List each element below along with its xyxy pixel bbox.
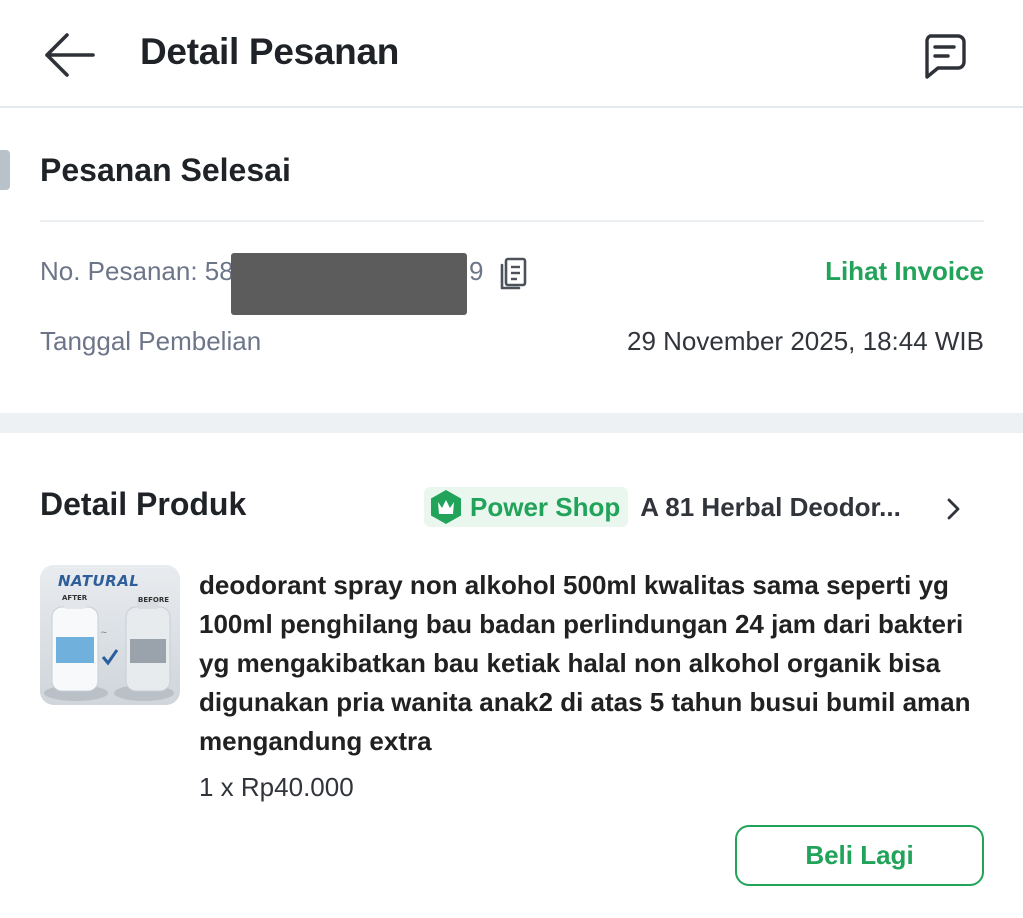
product-section-title: Detail Produk: [40, 486, 247, 522]
svg-text:~: ~: [100, 628, 108, 638]
product-thumbnail[interactable]: ~ NATURAL AFTER BEFORE: [40, 565, 180, 705]
top-app-bar: Detail Pesanan: [0, 0, 1023, 108]
thumb-before-label: BEFORE: [138, 596, 170, 604]
shop-chevron-button[interactable]: [940, 494, 968, 524]
thumb-after-label: AFTER: [62, 594, 88, 602]
chat-bubble-icon: [925, 34, 966, 79]
status-marker: [0, 150, 10, 190]
divider: [40, 220, 984, 222]
section-separator: [0, 413, 1023, 433]
thumb-brand-text: NATURAL: [58, 572, 140, 590]
view-invoice-link[interactable]: Lihat Invoice: [825, 256, 984, 287]
order-number-suffix: 9: [469, 256, 484, 286]
back-button[interactable]: [40, 30, 98, 80]
chat-button[interactable]: [916, 28, 972, 84]
order-status-title: Pesanan Selesai: [40, 152, 291, 188]
purchase-date-value: 29 November 2025, 18:44 WIB: [627, 326, 984, 356]
product-name[interactable]: deodorant spray non alkohol 500ml kwalit…: [199, 566, 989, 761]
copy-icon: [500, 257, 527, 290]
shop-link[interactable]: Power Shop A 81 Herbal Deodor...: [424, 486, 901, 528]
redacted-order-number: [231, 253, 467, 315]
arrow-left-icon: [45, 33, 95, 77]
page-title: Detail Pesanan: [140, 31, 400, 72]
copy-order-number-button[interactable]: [496, 254, 530, 294]
product-price: 1 x Rp40.000: [199, 772, 354, 802]
purchase-date-label: Tanggal Pembelian: [40, 326, 262, 356]
order-number: No. Pesanan: 58: [40, 256, 234, 286]
buy-again-button[interactable]: Beli Lagi: [735, 825, 984, 886]
power-shop-label: Power Shop: [470, 491, 621, 522]
power-shop-badge: Power Shop: [424, 487, 629, 527]
power-shop-badge-icon: [431, 490, 461, 524]
chevron-right-icon: [947, 498, 960, 520]
shop-name: A 81 Herbal Deodor...: [640, 491, 901, 522]
